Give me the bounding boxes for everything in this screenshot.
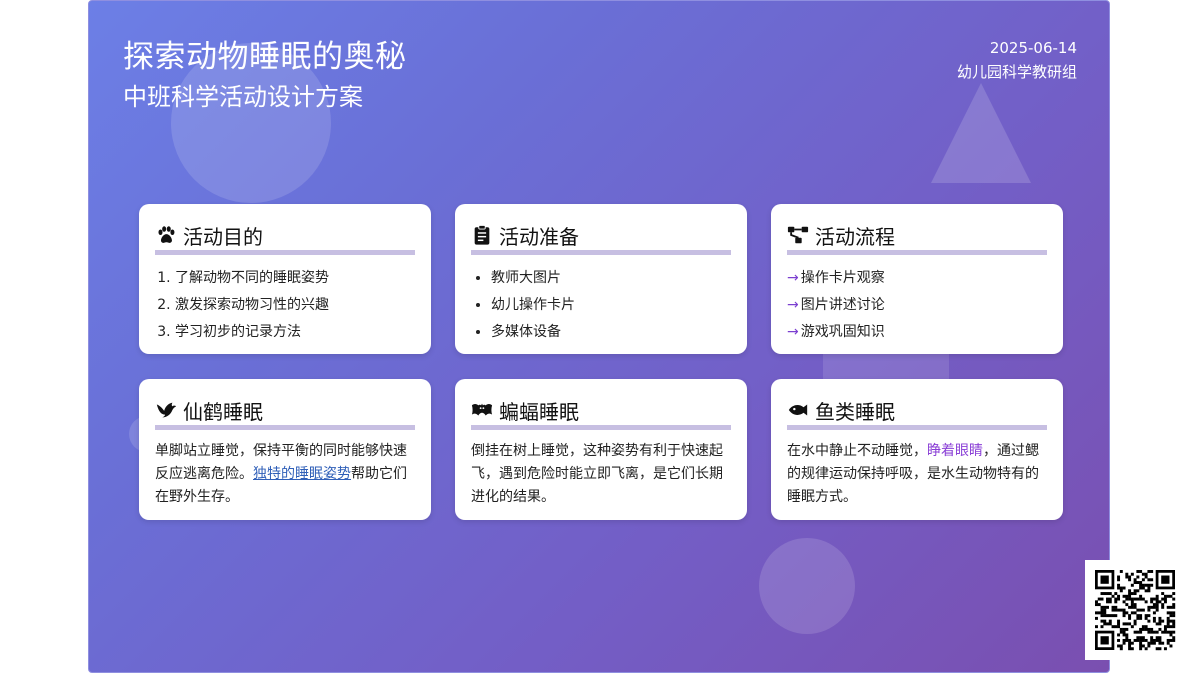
author-label: 幼儿园科学教研组 [956, 63, 1077, 81]
card-bat: 蝙蝠睡眠 倒挂在树上睡觉，这种姿势有利于快速起飞，遇到危险时能立即飞离，是它们长… [455, 379, 747, 520]
card-process: 活动流程 → 操作卡片观察 → 图片讲述讨论 → 游戏巩固知识 [771, 204, 1063, 354]
card-header: 蝙蝠睡眠 [471, 397, 731, 430]
card-header: 鱼类睡眠 [787, 397, 1047, 430]
bat-icon [471, 403, 493, 416]
card-title: 仙鹤睡眠 [183, 399, 263, 424]
card-body: → 操作卡片观察 → 图片讲述讨论 → 游戏巩固知识 [787, 265, 1047, 346]
flow-icon [787, 226, 809, 244]
qr-code-icon [1085, 560, 1181, 660]
card-title: 活动目的 [183, 224, 263, 249]
list-item: 教师大图片 [491, 265, 731, 292]
page-title: 探索动物睡眠的奥秘 [123, 39, 407, 75]
body-text: 倒挂在树上睡觉，这种姿势有利于快速起飞，遇到危险时能立即飞离，是它们长期进化的结… [471, 443, 723, 505]
paw-icon [158, 226, 175, 243]
decor-triangle [931, 83, 1031, 183]
card-header: 活动流程 [787, 222, 1047, 255]
list-item: → 游戏巩固知识 [787, 324, 885, 340]
sleep-posture-link[interactable]: 独特的睡眠姿势 [253, 466, 351, 482]
card-preparation: 活动准备 教师大图片 幼儿操作卡片 多媒体设备 [455, 204, 747, 354]
meta-info: 2025-06-14 幼儿园科学教研组 [957, 36, 1077, 84]
list-item: → 图片讲述讨论 [787, 297, 885, 313]
card-body: 在水中静止不动睡觉，睁着眼睛，通过鳃的规律运动保持呼吸，是水生动物特有的睡眠方式… [787, 440, 1047, 509]
card-header: 活动目的 [155, 222, 415, 255]
card-title: 蝙蝠睡眠 [499, 399, 579, 424]
card-title: 鱼类睡眠 [815, 399, 895, 424]
card-goals: 活动目的 了解动物不同的睡眠姿势 激发探索动物习性的兴趣 学习初步的记录方法 [139, 204, 431, 354]
slide: 探索动物睡眠的奥秘 中班科学活动设计方案 2025-06-14 幼儿园科学教研组… [88, 0, 1110, 673]
arrow-right-icon: → [787, 324, 799, 340]
card-title: 活动准备 [499, 224, 579, 249]
list-item: 激发探索动物习性的兴趣 [175, 292, 415, 319]
card-title: 活动流程 [815, 224, 895, 249]
card-body: 教师大图片 幼儿操作卡片 多媒体设备 [471, 265, 731, 346]
card-body: 了解动物不同的睡眠姿势 激发探索动物习性的兴趣 学习初步的记录方法 [155, 265, 415, 346]
page-subtitle: 中班科学活动设计方案 [123, 83, 363, 111]
card-fish: 鱼类睡眠 在水中静止不动睡觉，睁着眼睛，通过鳃的规律运动保持呼吸，是水生动物特有… [771, 379, 1063, 520]
body-text: 在水中静止不动睡觉， [787, 443, 927, 459]
list-item: → 操作卡片观察 [787, 270, 885, 286]
fish-icon [788, 404, 808, 416]
date-label: 2025-06-14 [989, 39, 1077, 57]
card-header: 仙鹤睡眠 [155, 397, 415, 430]
list-item: 多媒体设备 [491, 319, 731, 346]
list-item: 幼儿操作卡片 [491, 292, 731, 319]
list-item: 学习初步的记录方法 [175, 319, 415, 346]
arrow-right-icon: → [787, 270, 799, 286]
decor-circle [759, 538, 855, 634]
card-body: 单脚站立睡觉，保持平衡的同时能够快速反应逃离危险。独特的睡眠姿势帮助它们在野外生… [155, 440, 415, 509]
card-header: 活动准备 [471, 222, 731, 255]
list-item: 了解动物不同的睡眠姿势 [175, 265, 415, 292]
clipboard-icon [474, 224, 490, 245]
card-body: 倒挂在树上睡觉，这种姿势有利于快速起飞，遇到危险时能立即飞离，是它们长期进化的结… [471, 440, 731, 509]
bird-icon [156, 402, 177, 418]
card-crane: 仙鹤睡眠 单脚站立睡觉，保持平衡的同时能够快速反应逃离危险。独特的睡眠姿势帮助它… [139, 379, 431, 520]
highlight-text: 睁着眼睛 [927, 443, 983, 459]
arrow-right-icon: → [787, 297, 799, 313]
